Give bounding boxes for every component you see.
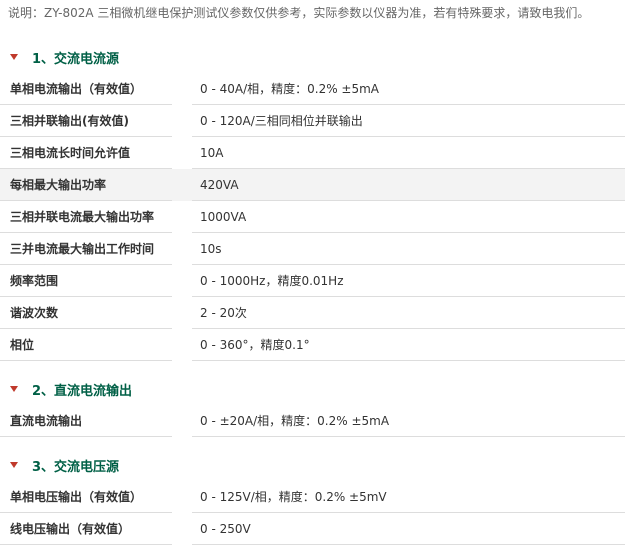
spec-row: 线电压输出（有效值） 0 - 250V	[0, 513, 625, 545]
spec-label: 谐波次数	[0, 297, 172, 329]
spec-value: 0 - 250V	[192, 513, 625, 545]
spec-value: 0 - 40A/相，精度：0.2% ±5mA	[192, 73, 625, 105]
spec-value: 10s	[192, 233, 625, 265]
section-title: 1、交流电流源	[32, 51, 120, 67]
spec-value: 2 - 20次	[192, 297, 625, 329]
spec-value: 0 - 120A/三相同相位并联输出	[192, 105, 625, 137]
caret-down-icon	[10, 386, 18, 392]
spec-label: 相位	[0, 329, 172, 361]
section-header[interactable]: 2、直流电流输出	[0, 373, 625, 405]
spec-label: 三相电流长时间允许值	[0, 137, 172, 169]
spec-row: 三相并联电流最大输出功率 1000VA	[0, 201, 625, 233]
spec-row: 频率范围 0 - 1000Hz，精度0.01Hz	[0, 265, 625, 297]
spec-note: 说明：ZY-802A 三相微机继电保护测试仪参数仅供参考，实际参数以仪器为准，若…	[8, 6, 590, 20]
section-title: 3、交流电压源	[32, 459, 120, 475]
spec-row: 三相电流长时间允许值 10A	[0, 137, 625, 169]
spec-value: 1000VA	[192, 201, 625, 233]
spec-label: 每相最大输出功率	[0, 169, 172, 201]
section-ac-current: 1、交流电流源 单相电流输出（有效值） 0 - 40A/相，精度：0.2% ±5…	[0, 41, 625, 361]
caret-down-icon	[10, 462, 18, 468]
caret-down-icon	[10, 54, 18, 60]
section-header[interactable]: 1、交流电流源	[0, 41, 625, 73]
spec-label: 频率范围	[0, 265, 172, 297]
spec-row: 三并电流最大输出工作时间 10s	[0, 233, 625, 265]
spec-row: 三相并联输出(有效值) 0 - 120A/三相同相位并联输出	[0, 105, 625, 137]
spec-row: 直流电流输出 0 - ±20A/相，精度：0.2% ±5mA	[0, 405, 625, 437]
spec-label: 三并电流最大输出工作时间	[0, 233, 172, 265]
section-ac-voltage: 3、交流电压源 单相电压输出（有效值） 0 - 125V/相，精度：0.2% ±…	[0, 449, 625, 545]
section-dc-current: 2、直流电流输出 直流电流输出 0 - ±20A/相，精度：0.2% ±5mA	[0, 373, 625, 437]
spec-row: 每相最大输出功率 420VA	[0, 169, 625, 201]
spec-row: 谐波次数 2 - 20次	[0, 297, 625, 329]
spec-value: 0 - 360°，精度0.1°	[192, 329, 625, 361]
spec-label: 三相并联电流最大输出功率	[0, 201, 172, 233]
spec-label: 线电压输出（有效值）	[0, 513, 172, 545]
spec-label: 直流电流输出	[0, 405, 172, 437]
spec-value: 0 - 1000Hz，精度0.01Hz	[192, 265, 625, 297]
spec-value: 420VA	[192, 169, 625, 201]
spec-row: 单相电压输出（有效值） 0 - 125V/相，精度：0.2% ±5mV	[0, 481, 625, 513]
spec-value: 0 - 125V/相，精度：0.2% ±5mV	[192, 481, 625, 513]
spec-value: 10A	[192, 137, 625, 169]
section-title: 2、直流电流输出	[32, 383, 133, 399]
spec-value: 0 - ±20A/相，精度：0.2% ±5mA	[192, 405, 625, 437]
spec-label: 单相电流输出（有效值）	[0, 73, 172, 105]
spec-row: 单相电流输出（有效值） 0 - 40A/相，精度：0.2% ±5mA	[0, 73, 625, 105]
spec-label: 单相电压输出（有效值）	[0, 481, 172, 513]
spec-row: 相位 0 - 360°，精度0.1°	[0, 329, 625, 361]
spec-label: 三相并联输出(有效值)	[0, 105, 172, 137]
section-header[interactable]: 3、交流电压源	[0, 449, 625, 481]
